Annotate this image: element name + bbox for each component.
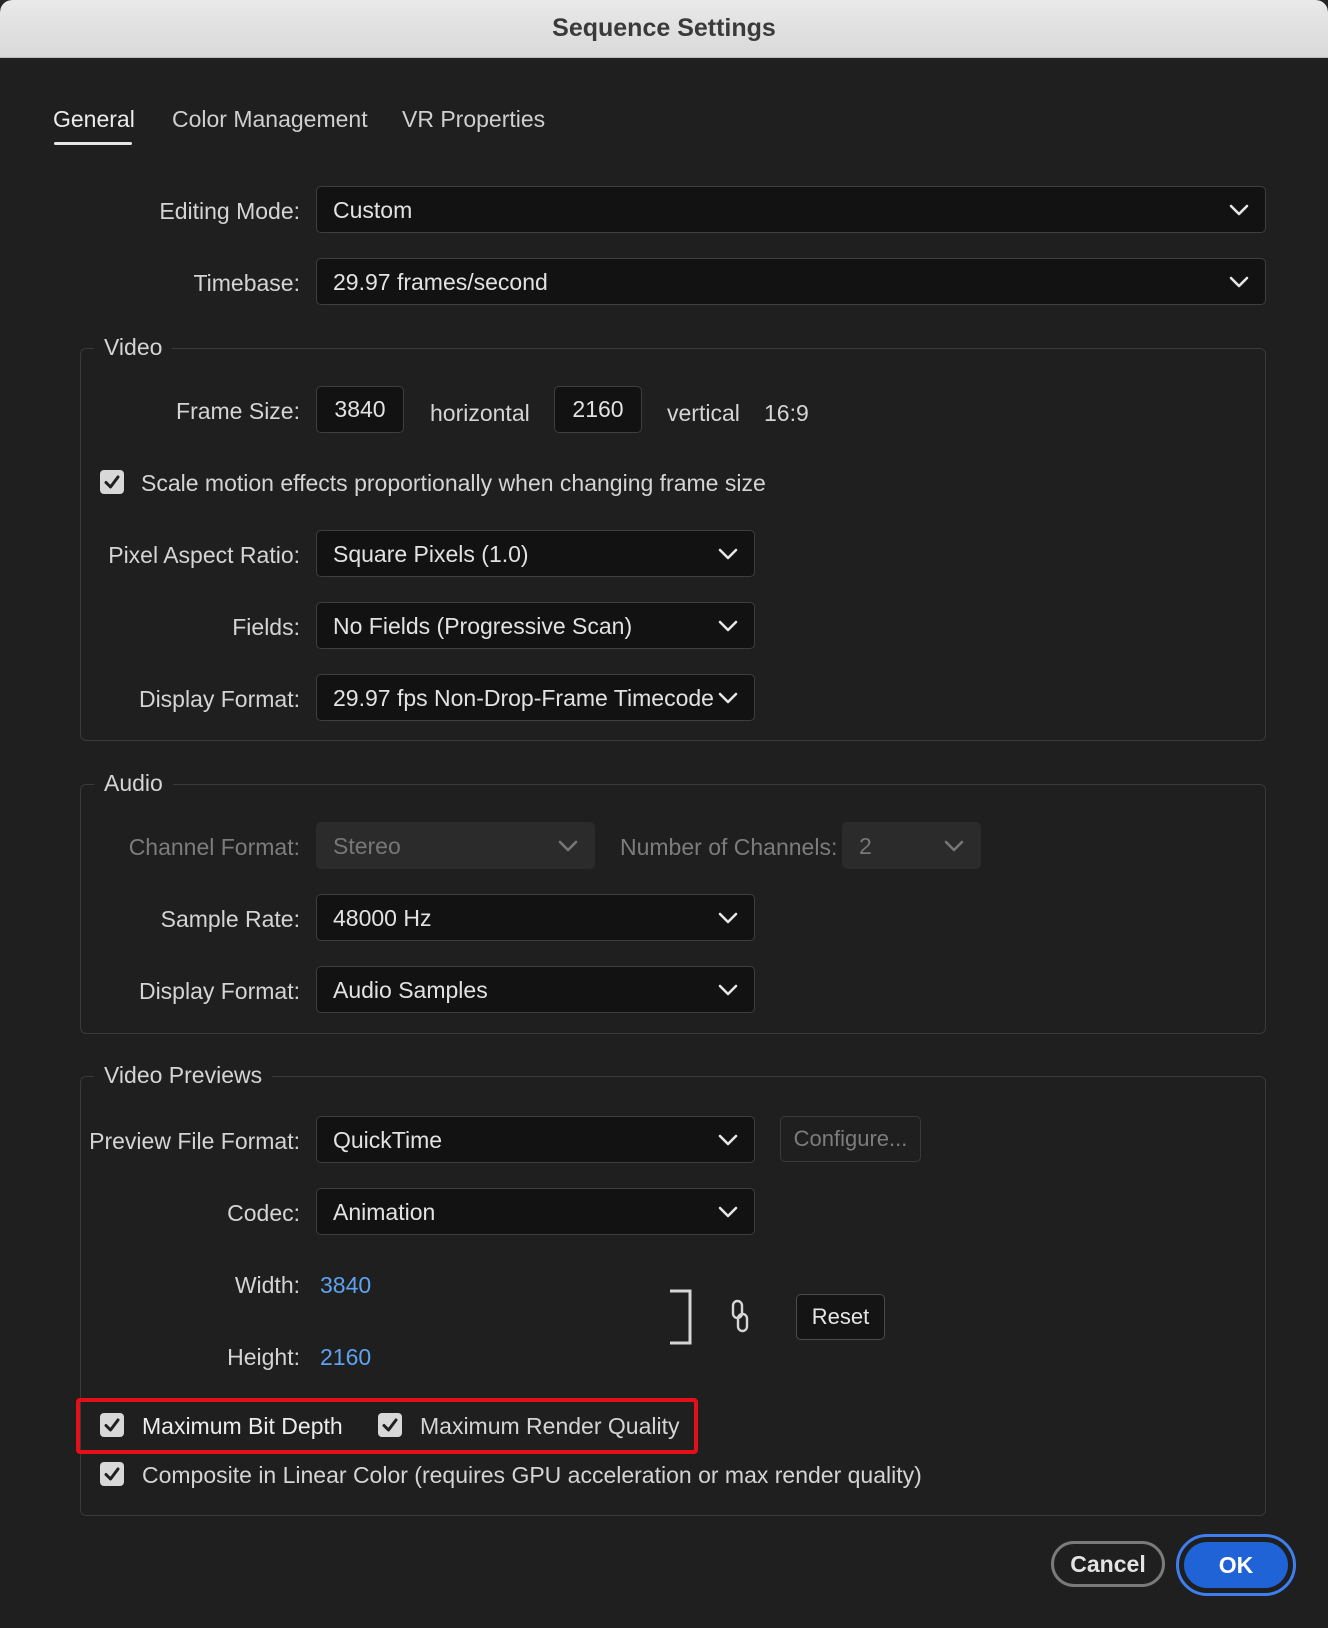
channel-format-label: Channel Format: [128,834,300,860]
tab-general[interactable]: General [53,106,135,133]
frame-size-label: Frame Size: [176,398,300,424]
preview-file-format-label: Preview File Format: [89,1128,300,1154]
tab-color-management[interactable]: Color Management [172,106,368,133]
fields-dropdown[interactable]: No Fields (Progressive Scan) [316,602,755,649]
chevron-down-icon [718,620,738,632]
constrain-bracket [670,1289,692,1345]
horizontal-label: horizontal [430,400,530,426]
configure-button[interactable]: Configure... [780,1116,921,1162]
codec-label: Codec: [227,1200,300,1226]
editing-mode-dropdown[interactable]: Custom [316,186,1266,233]
preview-file-format-dropdown[interactable]: QuickTime [316,1116,755,1163]
chevron-down-icon [718,912,738,924]
preview-width-label: Width: [234,1272,300,1298]
num-channels-label: Number of Channels: [620,834,838,860]
aspect-ratio-readout: 16:9 [764,400,809,426]
chevron-down-icon [718,984,738,996]
num-channels-value: 2 [859,833,872,859]
video-display-format-label: Display Format: [138,686,300,712]
audio-display-format-dropdown[interactable]: Audio Samples [316,966,755,1013]
chevron-down-icon [1229,204,1249,216]
fields-label: Fields: [232,614,300,640]
timebase-label: Timebase: [193,270,300,296]
scale-motion-label: Scale motion effects proportionally when… [141,470,766,496]
title-bar[interactable]: Sequence Settings [0,0,1328,58]
frame-width-field[interactable]: 3840 [316,386,404,433]
chevron-down-icon [718,1206,738,1218]
timebase-value: 29.97 frames/second [333,269,548,295]
sample-rate-label: Sample Rate: [160,906,300,932]
codec-value: Animation [333,1199,436,1225]
audio-group-title: Audio [94,770,173,797]
checkmark-icon [104,1467,120,1481]
chevron-down-icon [944,840,964,852]
audio-display-format-label: Display Format: [138,978,300,1004]
chevron-down-icon [1229,276,1249,288]
video-group-title: Video [94,334,173,361]
sample-rate-dropdown[interactable]: 48000 Hz [316,894,755,941]
preview-width-value[interactable]: 3840 [320,1272,371,1299]
preview-file-format-value: QuickTime [333,1127,443,1153]
sample-rate-value: 48000 Hz [333,905,432,931]
channel-format-value: Stereo [333,833,401,859]
vertical-label: vertical [667,400,740,426]
checkmark-icon [104,475,120,489]
highlight-annotation [76,1398,698,1454]
scale-motion-checkbox[interactable] [100,470,124,494]
editing-mode-value: Custom [333,197,413,223]
frame-height-field[interactable]: 2160 [554,386,642,433]
video-display-format-dropdown[interactable]: 29.97 fps Non-Drop-Frame Timecode [316,674,755,721]
codec-dropdown[interactable]: Animation [316,1188,755,1235]
pixel-aspect-value: Square Pixels (1.0) [333,541,529,567]
video-previews-group-title: Video Previews [94,1062,273,1089]
audio-display-format-value: Audio Samples [333,977,488,1003]
active-tab-indicator [54,142,132,145]
sequence-settings-dialog: Sequence Settings General Color Manageme… [0,0,1328,1628]
reset-button[interactable]: Reset [796,1294,885,1340]
preview-height-value[interactable]: 2160 [320,1344,371,1371]
chevron-down-icon [718,692,738,704]
pixel-aspect-label: Pixel Aspect Ratio: [108,542,300,568]
chevron-down-icon [558,840,578,852]
fields-value: No Fields (Progressive Scan) [333,613,633,639]
editing-mode-label: Editing Mode: [159,198,300,224]
pixel-aspect-dropdown[interactable]: Square Pixels (1.0) [316,530,755,577]
chevron-down-icon [718,548,738,560]
cancel-button[interactable]: Cancel [1051,1541,1165,1587]
num-channels-dropdown: 2 [842,822,981,869]
preview-height-label: Height: [227,1344,300,1370]
composite-linear-label: Composite in Linear Color (requires GPU … [142,1462,922,1488]
channel-format-dropdown: Stereo [316,822,595,869]
chevron-down-icon [718,1134,738,1146]
video-display-format-value: 29.97 fps Non-Drop-Frame Timecode [333,685,714,711]
timebase-dropdown[interactable]: 29.97 frames/second [316,258,1266,305]
composite-linear-checkbox[interactable] [100,1462,124,1486]
ok-button[interactable]: OK [1184,1542,1288,1588]
chain-link-icon[interactable] [729,1298,751,1334]
tab-vr-properties[interactable]: VR Properties [402,106,545,133]
dialog-title: Sequence Settings [552,14,776,42]
